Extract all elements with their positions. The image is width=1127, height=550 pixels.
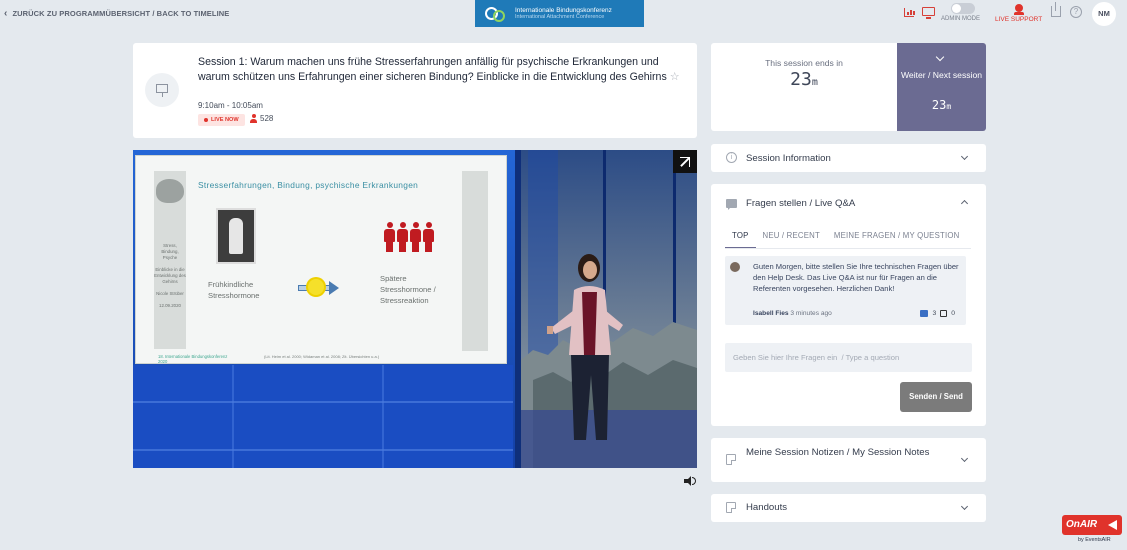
top-bar: ‹ ZURÜCK ZU PROGRAMMÜBERSICHT / BACK TO … [0,0,1127,28]
slide-right-band [462,171,488,351]
help-icon[interactable]: ? [1070,6,1082,18]
info-icon: i [726,152,737,163]
qa-question-item: Guten Morgen, bitte stellen Sie Ihre tec… [725,256,966,325]
arrow-burst-icon [298,279,340,295]
author-avatar [730,262,740,272]
onair-byline: by EventsAIR [1078,537,1111,543]
viewer-count-value: 528 [260,114,274,123]
upvote-count: 3 [932,310,937,317]
chevron-up-icon[interactable] [960,199,969,208]
chevron-down-icon[interactable] [960,502,969,511]
brand-title: Internationale Bindungskonferenz [515,7,612,14]
ends-unit: m [811,77,818,88]
handout-icon [726,502,736,513]
next-number: 23 [931,98,947,112]
qa-author: Isabell Fies [753,310,789,317]
qa-time: 3 minutes ago [790,310,832,317]
chat-bubble-icon [726,199,737,210]
live-now-badge: LIVE NOW [198,114,245,126]
tab-top[interactable]: TOP [725,231,756,248]
brand-subtitle: International Attachment Conference [515,14,605,20]
live-support-icon[interactable] [1014,4,1024,15]
note-icon [726,454,736,465]
session-time: 9:10am - 10:05am [198,101,263,110]
share-icon[interactable] [1051,2,1061,17]
back-to-timeline-link[interactable]: ‹ ZURÜCK ZU PROGRAMMÜBERSICHT / BACK TO … [4,7,230,19]
child-photo-image [216,208,256,264]
live-qa-title[interactable]: Fragen stellen / Live Q&A [746,198,855,209]
viewer-count: 528 [250,114,273,123]
next-session-label: Weiter / Next session [900,70,983,80]
tab-divider [725,248,971,249]
qa-question-meta: Isabell Fies 3 minutes ago [753,310,832,317]
next-session-button[interactable]: Weiter / Next session 23m [897,43,986,131]
play-triangle-icon [1108,520,1117,530]
slide-footer-conference: 18. Internationale Bindungskonferenz 202… [158,354,228,364]
live-qa-panel: Fragen stellen / Live Q&A TOP NEU / RECE… [711,184,986,426]
onair-label: OnAIR [1066,519,1098,530]
session-information-title: Session Information [746,152,831,164]
admin-mode-toggle[interactable] [951,3,975,14]
slide-side-text: Stress, Bindung, Psyche Einblicke in die… [154,243,186,308]
qa-votes: 3 0 [920,310,955,317]
conference-brand-banner: Internationale Bindungskonferenz Interna… [475,0,644,27]
presentation-monitor-icon[interactable] [922,7,935,19]
session-ends-timer: This session ends in 23m [711,43,897,131]
slide-sidebar: Stress, Bindung, Psyche Einblicke in die… [154,171,186,349]
tab-my-questions[interactable]: MEINE FRAGEN / MY QUESTION [827,231,967,248]
live-dot-icon [204,118,208,122]
qa-question-text: Guten Morgen, bitte stellen Sie Ihre tec… [753,262,959,294]
back-link-label: ZURÜCK ZU PROGRAMMÜBERSICHT / BACK TO TI… [12,9,230,18]
handouts-panel[interactable]: Handouts [711,494,986,522]
onair-logo: OnAIR [1062,515,1122,535]
chevron-down-icon [935,52,945,62]
session-information-panel[interactable]: i Session Information [711,144,986,172]
chevron-left-icon: ‹ [4,7,8,19]
downvote-count: 0 [951,310,955,317]
session-title: Session 1: Warum machen uns frühe Stress… [198,55,688,86]
chevron-down-icon[interactable] [960,152,969,161]
session-ends-value: 23m [711,69,897,90]
qa-tabs: TOP NEU / RECENT MEINE FRAGEN / MY QUEST… [725,231,966,248]
person-icon [250,114,257,123]
session-title-text: Session 1: Warum machen uns frühe Stress… [198,56,667,84]
video-player[interactable]: Stress, Bindung, Psyche Einblicke in die… [133,150,697,468]
presentation-board-icon [145,73,179,107]
ends-number: 23 [790,69,812,90]
live-now-label: LIVE NOW [211,117,239,123]
session-notes-title: Meine Session Notizen / My Session Notes [746,447,930,458]
question-input[interactable] [725,343,972,372]
slide-title: Stresserfahrungen, Bindung, psychische E… [198,180,419,190]
session-header-card: Session 1: Warum machen uns frühe Stress… [133,43,697,138]
later-stress-label: Spätere Stresshormone / Stressreaktion [380,274,436,305]
next-unit: m [946,102,952,111]
thumbs-down-icon[interactable] [940,310,948,317]
user-avatar[interactable]: NM [1092,2,1116,26]
analytics-chart-icon[interactable] [904,8,915,17]
admin-mode-label: ADMIN MODE [941,16,980,22]
handouts-title: Handouts [746,502,788,513]
favorite-star-icon[interactable]: ☆ [670,71,680,83]
next-session-value: 23m [897,98,986,112]
fullscreen-expand-icon[interactable] [673,150,697,173]
session-notes-panel[interactable]: Meine Session Notizen / My Session Notes [711,438,986,482]
session-ends-label: This session ends in [765,58,843,68]
brain-image-icon [156,179,184,203]
send-question-button[interactable]: Senden / Send [900,382,972,412]
thumbs-up-icon[interactable] [920,310,929,317]
volume-icon[interactable] [684,476,696,486]
slide-footer-references: (Lit. Heim et al. 2000; Widaman et al. 2… [264,354,380,359]
conference-logo-icon [485,4,507,24]
tab-recent[interactable]: NEU / RECENT [756,231,827,248]
live-support-label[interactable]: LIVE SUPPORT [995,16,1042,23]
chevron-down-icon[interactable] [960,454,969,463]
people-group-icon [384,222,434,252]
presentation-slide: Stress, Bindung, Psyche Einblicke in die… [135,155,507,364]
early-stress-label: Frühkindliche Stresshormone [208,280,260,300]
